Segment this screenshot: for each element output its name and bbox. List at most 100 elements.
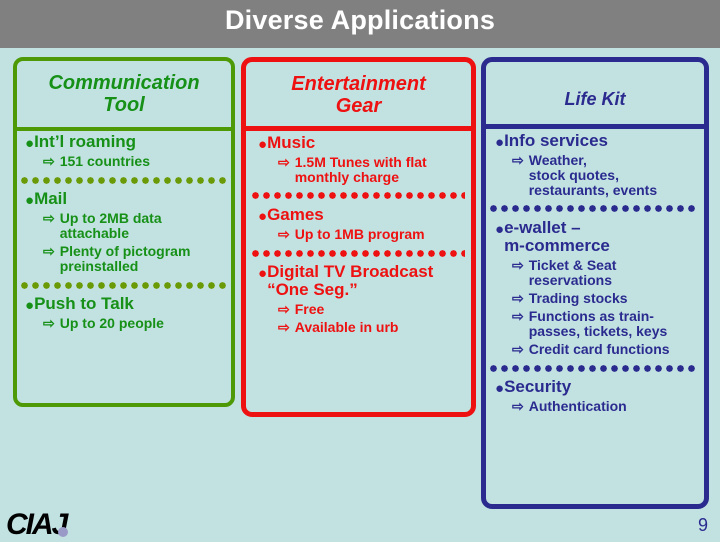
arrow-right-icon: ⇨ xyxy=(512,152,524,168)
panel-header-communication-tool: Communication Tool xyxy=(48,72,200,116)
feature-group: ● Push to Talk ⇨ Up to 20 people xyxy=(21,295,227,331)
header-divider-communication xyxy=(17,127,231,131)
page-number: 9 xyxy=(697,515,708,535)
feature-group: ● Int’l roaming ⇨ 151 countries xyxy=(21,133,227,169)
feature-sub-label: Free xyxy=(294,301,325,318)
arrow-right-icon: ⇨ xyxy=(278,154,290,170)
ciaj-logo-text: CIAJ xyxy=(6,508,68,541)
feature-bullet-label: e-wallet – m-commerce xyxy=(504,217,610,255)
page-title: Diverse Applications xyxy=(224,5,496,35)
arrow-right-icon: ⇨ xyxy=(512,256,524,273)
feature-sub-label: Up to 20 people xyxy=(59,315,164,332)
feature-sub-label: Available in urb xyxy=(294,319,399,336)
ciaj-logo: CIAJ xyxy=(6,508,101,541)
panel-body-life-kit: ● Info services ⇨ Weather, stock quotes, rest… xyxy=(486,132,704,415)
feature-bullet-label: Int’l roaming xyxy=(34,132,137,151)
header-divider-life-kit xyxy=(486,124,704,129)
feature-sub-item: ⇨ Available in urb xyxy=(252,319,465,336)
arrow-right-icon: ⇨ xyxy=(43,243,55,260)
bullet-dot-icon: ● xyxy=(25,192,35,210)
bullet-dot-icon: ● xyxy=(495,380,505,398)
feature-sub-label: Functions as train-passes, tickets, keys xyxy=(528,307,668,339)
panel-header-entertainment-gear: Entertainment Gear xyxy=(291,73,426,117)
feature-sub-label: Weather, stock quotes, restaurants, events xyxy=(528,152,658,198)
feature-sub-item: ⇨ 1.5M Tunes with flat monthly charge xyxy=(252,154,465,185)
feature-sub-item: ⇨ Authentication xyxy=(490,398,698,415)
feature-bullet-label: Digital TV Broadcast “One Seg.” xyxy=(267,262,434,300)
bullet-dot-icon: ● xyxy=(495,220,505,238)
feature-sub-label: Ticket & Seat reservations xyxy=(528,256,617,288)
feature-group: ● Games ⇨ Up to 1MB program xyxy=(252,206,465,242)
bullet-dot-icon: ● xyxy=(258,207,268,225)
bullet-dot-icon: ● xyxy=(25,297,35,315)
arrow-right-icon: ⇨ xyxy=(512,340,524,357)
panel-communication-tool: Communication Tool ● Int’l roaming ⇨ 151 cou… xyxy=(13,57,235,407)
dotted-separator xyxy=(21,281,227,290)
dotted-separator xyxy=(490,364,698,373)
feature-bullet-label: Push to Talk xyxy=(34,294,134,314)
arrow-right-icon: ⇨ xyxy=(512,398,524,415)
feature-bullet: ● Info services xyxy=(490,132,698,150)
arrow-right-icon: ⇨ xyxy=(43,210,55,227)
feature-group: ● Mail ⇨ Up to 2MB data attachable ⇨ Plenty of… xyxy=(21,190,227,274)
feature-bullet-label: Music xyxy=(267,133,316,152)
dotted-separator xyxy=(252,249,465,258)
feature-group: ● Digital TV Broadcast “One Seg.” ⇨ Free ⇨ Ava… xyxy=(252,263,465,335)
feature-sub-item: ⇨ Functions as train-passes, tickets, key… xyxy=(490,307,698,339)
arrow-right-icon: ⇨ xyxy=(43,315,55,332)
feature-group: ● e-wallet – m-commerce ⇨ Ticket & Seat reser… xyxy=(490,219,698,357)
feature-sub-item: ⇨ Trading stocks xyxy=(490,289,698,306)
feature-sub-item: ⇨ Credit card functions xyxy=(490,340,698,357)
feature-sub-item: ⇨ Weather, stock quotes, restaurants, event… xyxy=(490,152,698,198)
feature-bullet: ● Push to Talk xyxy=(21,295,227,313)
feature-sub-item: ⇨ Up to 20 people xyxy=(21,315,227,332)
feature-sub-label: Credit card functions xyxy=(528,340,670,357)
feature-sub-label: Up to 1MB program xyxy=(294,225,425,242)
panel-entertainment-gear: Entertainment Gear ● Music ⇨ 1.5M Tunes with… xyxy=(241,57,476,417)
feature-sub-item: ⇨ Up to 2MB data attachable xyxy=(21,210,227,242)
feature-bullet: ● Int’l roaming xyxy=(21,133,227,151)
bullet-dot-icon: ● xyxy=(258,136,268,153)
header-divider-entertainment xyxy=(246,126,471,131)
feature-bullet-label: Mail xyxy=(34,189,68,209)
feature-bullet: ● Music xyxy=(252,134,465,152)
feature-sub-item: ⇨ Free xyxy=(252,301,465,318)
bullet-dot-icon: ● xyxy=(495,134,505,151)
ciaj-logo-dot-icon xyxy=(58,527,68,537)
feature-bullet-label: Security xyxy=(504,377,572,397)
feature-sub-item: ⇨ Plenty of pictogram preinstalled xyxy=(21,243,227,275)
feature-group: ● Info services ⇨ Weather, stock quotes, rest… xyxy=(490,132,698,198)
feature-sub-item: ⇨ 151 countries xyxy=(21,153,227,169)
feature-bullet-label: Info services xyxy=(504,131,609,150)
arrow-right-icon: ⇨ xyxy=(512,307,524,324)
feature-sub-label: 1.5M Tunes with flat monthly charge xyxy=(294,154,427,185)
feature-sub-label: Authentication xyxy=(528,398,627,415)
feature-sub-item: ⇨ Up to 1MB program xyxy=(252,225,465,242)
feature-sub-label: Up to 2MB data attachable xyxy=(59,210,162,242)
feature-bullet: ● Digital TV Broadcast “One Seg.” xyxy=(252,263,465,299)
arrow-right-icon: ⇨ xyxy=(278,301,290,318)
bullet-dot-icon: ● xyxy=(258,265,268,283)
feature-bullet-label: Games xyxy=(267,204,324,224)
bullet-dot-icon: ● xyxy=(25,135,35,152)
feature-sub-item: ⇨ Ticket & Seat reservations xyxy=(490,256,698,288)
dotted-separator xyxy=(21,176,227,185)
arrow-right-icon: ⇨ xyxy=(278,225,290,242)
feature-group: ● Music ⇨ 1.5M Tunes with flat monthly charg… xyxy=(252,134,465,185)
panel-life-kit: Life Kit ● Info services ⇨ Weather, stock qu… xyxy=(481,57,709,509)
feature-sub-label: 151 countries xyxy=(59,153,150,169)
feature-group: ● Security ⇨ Authentication xyxy=(490,378,698,414)
panel-body-entertainment-gear: ● Music ⇨ 1.5M Tunes with flat monthly charg… xyxy=(246,134,471,336)
panel-body-communication-tool: ● Int’l roaming ⇨ 151 countries ● Mail ⇨ Up to … xyxy=(17,133,231,332)
arrow-right-icon: ⇨ xyxy=(278,319,290,336)
feature-sub-label: Trading stocks xyxy=(528,289,628,306)
dotted-separator xyxy=(490,204,698,213)
feature-bullet: ● Security xyxy=(490,378,698,396)
arrow-right-icon: ⇨ xyxy=(512,289,524,306)
feature-bullet: ● Mail xyxy=(21,190,227,208)
feature-sub-label: Plenty of pictogram preinstalled xyxy=(59,243,191,275)
feature-bullet: ● Games xyxy=(252,206,465,224)
arrow-right-icon: ⇨ xyxy=(43,153,55,169)
feature-bullet: ● e-wallet – m-commerce xyxy=(490,219,698,255)
dotted-separator xyxy=(252,191,465,200)
